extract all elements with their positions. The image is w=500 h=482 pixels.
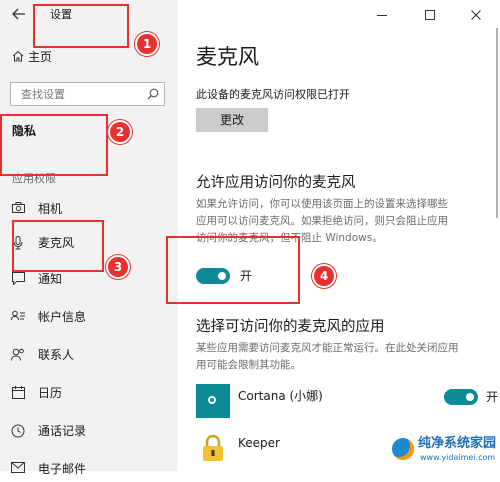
search-input[interactable]: 查找设置 xyxy=(10,82,165,106)
page-title: 麦克风 xyxy=(196,45,259,69)
watermark-text: 纯净系统家园 xyxy=(418,436,497,451)
sidebar-item-label: 日历 xyxy=(38,386,63,400)
notification-icon xyxy=(11,272,25,286)
sidebar-item-account-info[interactable]: 帐户信息 xyxy=(0,304,178,330)
sidebar-item-calendar[interactable]: 日历 xyxy=(0,380,178,406)
home-icon xyxy=(11,50,25,64)
cortana-icon xyxy=(196,384,230,418)
contacts-icon xyxy=(11,348,25,362)
calendar-icon xyxy=(11,386,25,400)
sidebar-item-email[interactable]: 电子邮件 xyxy=(0,456,178,482)
toggle-knob xyxy=(466,393,474,401)
sidebar-item-call-history[interactable]: 通话记录 xyxy=(0,418,178,444)
close-icon xyxy=(471,10,481,20)
annotation-badge-4: 4 xyxy=(312,264,336,288)
device-status-text: 此设备的麦克风访问权限已打开 xyxy=(196,88,350,101)
email-icon xyxy=(11,462,25,476)
choose-description-line: 用可能会限制其功能。 xyxy=(196,359,301,371)
close-button[interactable] xyxy=(470,6,486,20)
sidebar-item-camera[interactable]: 相机 xyxy=(0,196,178,222)
choose-description-line: 某些应用需要访问麦克风才能正常运行。在此处关闭应用 xyxy=(196,342,459,354)
annotation-box-4 xyxy=(166,236,300,304)
cortana-toggle[interactable] xyxy=(444,389,478,405)
app-toggle-state: 开 xyxy=(486,390,499,404)
allow-description-line: 如果允许访问，你可以使用该页面上的设置来选择哪些 xyxy=(196,198,448,210)
annotation-box-1 xyxy=(33,4,129,48)
sidebar-item-label: 通知 xyxy=(38,272,63,286)
back-arrow-icon xyxy=(12,8,25,20)
annotation-badge-3: 3 xyxy=(106,255,130,279)
annotation-badge-1: 1 xyxy=(135,32,159,56)
back-button[interactable] xyxy=(10,6,28,22)
sidebar-item-label: 相机 xyxy=(38,202,63,216)
change-button[interactable]: 更改 xyxy=(196,108,268,132)
allow-description-line: 应用可以访问麦克风。如果拒绝访问，则只会阻止应用 xyxy=(196,215,448,227)
search-icon xyxy=(147,88,159,100)
minimize-icon xyxy=(377,15,387,16)
app-name: Keeper xyxy=(238,436,280,450)
annotation-badge-2: 2 xyxy=(108,120,132,144)
keeper-lock-icon xyxy=(202,434,226,464)
sidebar-item-label: 电子邮件 xyxy=(38,462,87,476)
camera-icon xyxy=(11,202,25,216)
watermark: 纯净系统家园 www.yidaimei.com xyxy=(392,432,498,470)
account-info-icon xyxy=(11,310,25,324)
home-label: 主页 xyxy=(28,50,53,64)
watermark-url: www.yidaimei.com xyxy=(420,453,496,462)
search-placeholder: 查找设置 xyxy=(21,88,65,101)
sidebar-item-label: 帐户信息 xyxy=(38,310,87,324)
allow-heading: 允许应用访问你的麦克风 xyxy=(196,175,356,191)
call-history-icon xyxy=(11,424,25,438)
watermark-logo-icon xyxy=(392,438,414,460)
sidebar-item-label: 联系人 xyxy=(38,348,75,362)
app-row-cortana: Cortana (小娜) 开 xyxy=(196,384,498,420)
sidebar-item-contacts[interactable]: 联系人 xyxy=(0,342,178,368)
minimize-button[interactable] xyxy=(376,6,392,20)
maximize-button[interactable] xyxy=(424,6,440,20)
annotation-box-2 xyxy=(0,114,108,176)
app-name: Cortana (小娜) xyxy=(238,389,323,403)
sidebar-item-label: 通话记录 xyxy=(38,424,87,438)
choose-heading: 选择可访问你的麦克风的应用 xyxy=(196,319,385,335)
scrollbar[interactable] xyxy=(496,28,498,218)
annotation-box-3 xyxy=(12,220,104,272)
maximize-icon xyxy=(425,10,435,20)
